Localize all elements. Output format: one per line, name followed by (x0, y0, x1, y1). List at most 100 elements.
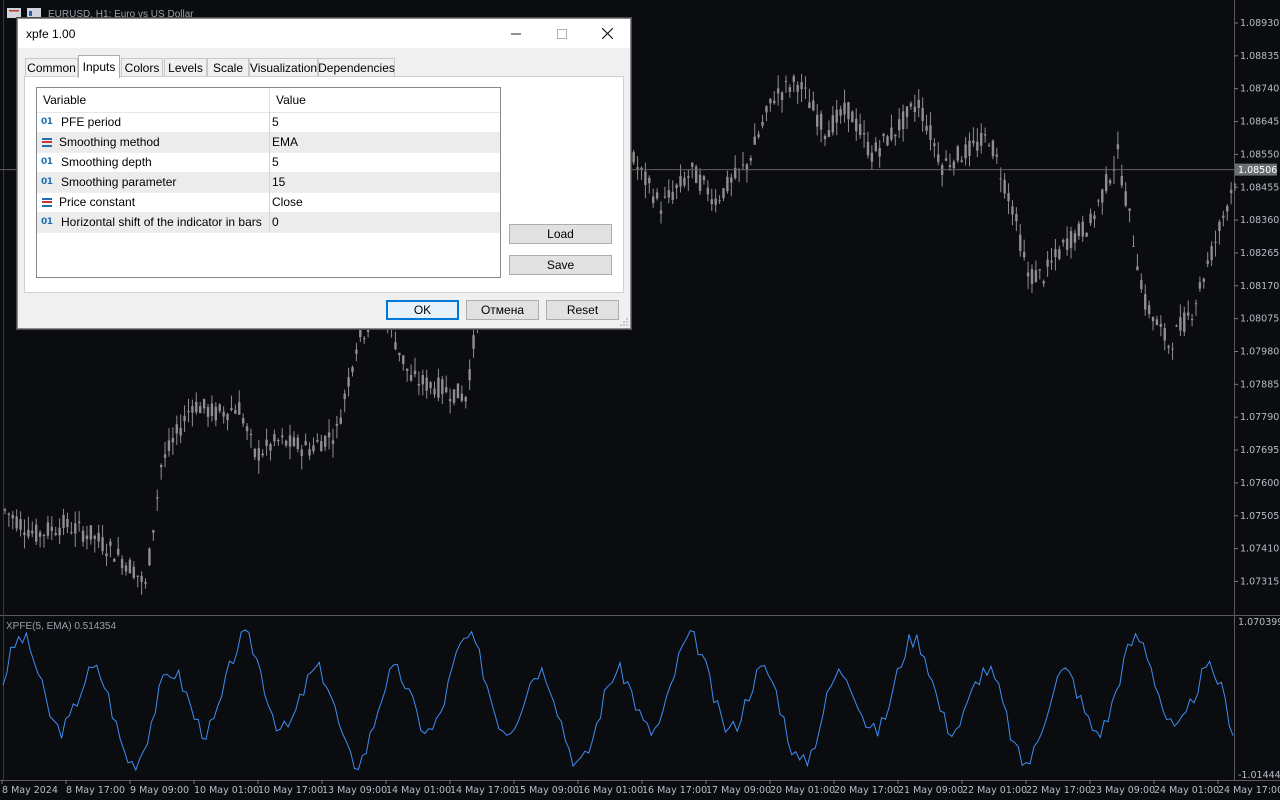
candle-body (663, 196, 667, 198)
candle-body (913, 106, 917, 113)
int-icon: 01 (41, 157, 53, 167)
tab-levels[interactable]: Levels (164, 58, 207, 77)
candle-body (433, 388, 436, 395)
cancel-button[interactable]: Отмена (466, 300, 539, 320)
value-field[interactable]: Close (269, 192, 499, 212)
inputs-table: Variable Value 01 PFE period 5 Smoothing … (36, 87, 501, 278)
candle-body (1073, 233, 1077, 243)
candle-body (472, 335, 475, 349)
value-field[interactable]: 15 (269, 172, 499, 192)
price-tick-label: 1.08930 (1240, 18, 1279, 29)
candle-body (34, 524, 38, 542)
candle-body (1077, 223, 1081, 236)
candle-body (116, 548, 120, 555)
candle-body (659, 210, 663, 214)
indicator-properties-dialog: xpfe 1.00 Common Inputs Colors Levels Sc… (17, 18, 631, 329)
time-tick-label: 10 May 01:00 (194, 785, 259, 796)
candle-body (1015, 213, 1018, 222)
value-field[interactable]: 5 (269, 152, 499, 172)
candle-body (773, 100, 776, 104)
candle-body (917, 99, 920, 108)
candle-body (460, 393, 464, 401)
table-row[interactable]: 01 Smoothing parameter 15 (37, 172, 500, 193)
candle-body (706, 187, 710, 195)
candle-body (1222, 215, 1225, 218)
candle-body (1163, 328, 1166, 341)
candle-body (347, 377, 350, 387)
candle-body (425, 377, 428, 391)
table-row[interactable]: 01 Horizontal shift of the indicator in b… (37, 212, 500, 233)
tab-inputs[interactable]: Inputs (78, 55, 120, 78)
resize-grip-icon[interactable] (620, 318, 628, 326)
time-tick-label: 24 May 17:00 (1218, 785, 1280, 796)
candle-body (925, 125, 928, 131)
column-header-variable[interactable]: Variable (37, 88, 268, 112)
table-row[interactable]: Smoothing method EMA (37, 132, 500, 153)
ok-button[interactable]: OK (386, 300, 459, 320)
column-header-value[interactable]: Value (269, 88, 499, 112)
chart-type-icon-bar (29, 11, 32, 16)
candle-body (152, 530, 155, 533)
candle-body (214, 406, 218, 421)
candle-body (300, 449, 303, 456)
candle-body (796, 84, 799, 92)
load-button[interactable]: Load (509, 224, 612, 244)
candle-body (363, 338, 366, 340)
reset-button[interactable]: Reset (546, 300, 619, 320)
minimize-button[interactable] (493, 19, 539, 48)
candle-body (1069, 231, 1073, 248)
candle-body (987, 145, 991, 147)
candle-body (1155, 319, 1159, 326)
candle-body (429, 382, 432, 389)
candle-body (862, 133, 866, 135)
candle-body (148, 548, 151, 566)
candle-body (1085, 232, 1088, 237)
candle-body (847, 102, 850, 120)
table-row[interactable]: 01 Smoothing depth 5 (37, 152, 500, 173)
close-icon (601, 28, 613, 39)
value-field[interactable]: 0 (269, 212, 499, 232)
candle-body (1081, 221, 1084, 237)
candle-body (1171, 348, 1174, 350)
candle-body (261, 453, 264, 456)
candle-body (81, 530, 85, 542)
candle-body (109, 541, 112, 546)
candle-body (730, 177, 733, 183)
maximize-icon (557, 28, 567, 39)
candle-body (448, 398, 452, 402)
candle-body (944, 158, 948, 161)
time-tick-label: 8 May 17:00 (66, 785, 125, 796)
save-button[interactable]: Save (509, 255, 612, 275)
price-tick-label: 1.07980 (1240, 347, 1279, 358)
dialog-titlebar[interactable]: xpfe 1.00 (18, 19, 630, 48)
candle-body (1144, 294, 1147, 310)
candle-body (769, 98, 772, 104)
value-field[interactable]: EMA (269, 132, 499, 152)
close-button[interactable] (584, 19, 630, 48)
candle-body (851, 111, 854, 123)
value-field[interactable]: 5 (269, 112, 499, 132)
table-row[interactable]: Price constant Close (37, 192, 500, 213)
candle-body (327, 432, 331, 438)
candle-body (1206, 260, 1209, 264)
candle-body (343, 393, 346, 400)
price-tick-label: 1.08645 (1240, 117, 1279, 128)
candle-body (171, 438, 175, 443)
candle-body (683, 177, 686, 186)
tab-visualization[interactable]: Visualization (249, 58, 318, 77)
tab-colors[interactable]: Colors (121, 58, 163, 77)
candle-body (855, 118, 858, 132)
candle-body (823, 135, 827, 140)
tab-common[interactable]: Common (25, 58, 78, 77)
price-tick-label: 1.08550 (1240, 149, 1279, 160)
time-tick-label: 10 May 17:00 (258, 785, 323, 796)
enum-icon (42, 197, 52, 207)
table-row[interactable]: 01 PFE period 5 (37, 112, 500, 133)
candle-body (1132, 245, 1135, 247)
tab-dependencies[interactable]: Dependencies (318, 58, 395, 77)
candle-body (1042, 281, 1045, 284)
maximize-button[interactable] (539, 19, 585, 48)
candle-body (66, 518, 69, 528)
time-tick-label: 17 May 09:00 (706, 785, 771, 796)
tab-scale[interactable]: Scale (207, 58, 249, 77)
